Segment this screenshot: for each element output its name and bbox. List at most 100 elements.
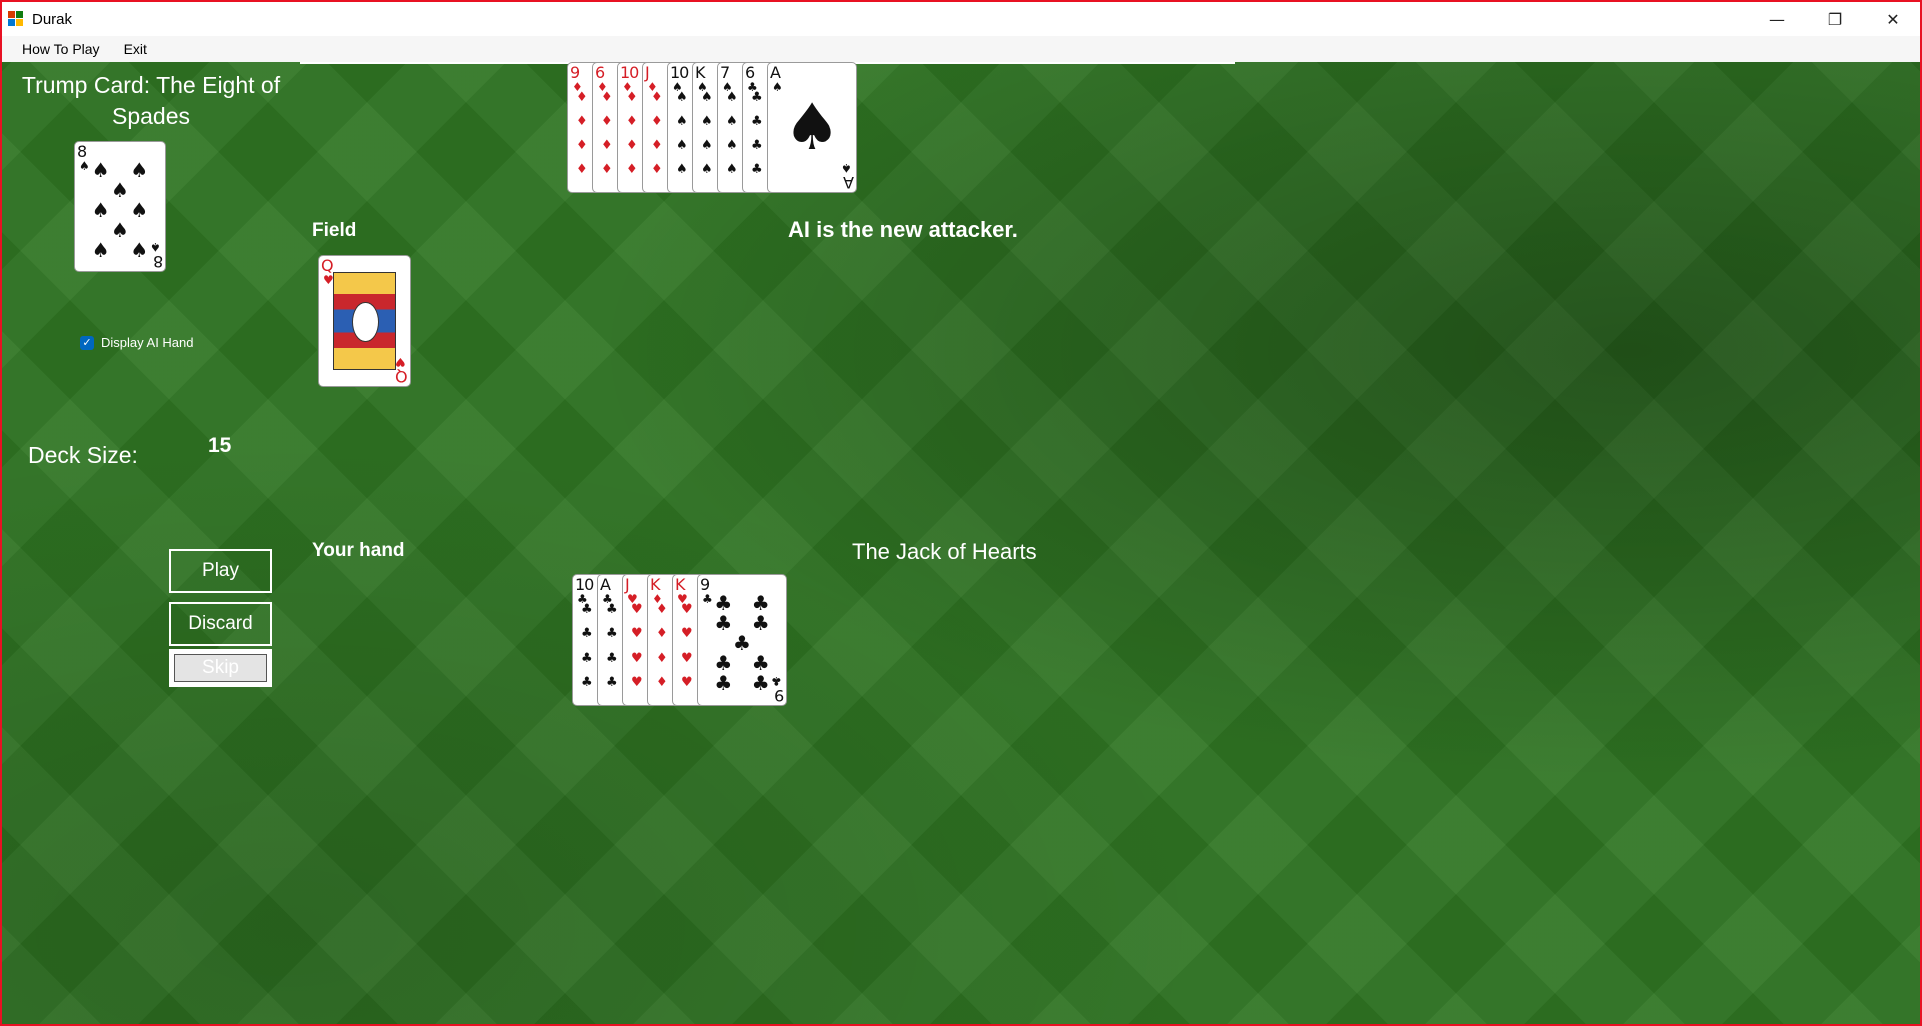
card-pip-icon: ♠ — [701, 89, 713, 105]
card-pip-icon: ♦ — [576, 138, 588, 154]
card-edge-pips: ♣ ♣ ♣ ♣ — [581, 597, 593, 695]
card-pip-icon: ♦ — [576, 162, 588, 178]
card-pip-icon: ♣ — [606, 601, 618, 617]
card-pip-icon: ♦ — [601, 138, 613, 154]
card-pip-icon: ♣ — [606, 626, 618, 642]
card-pip-icon: ♠ — [726, 162, 738, 178]
card-pip-icon: ♦ — [576, 113, 588, 129]
card-rank: 10 — [620, 63, 639, 82]
trump-card-face: 8 ♠ 8 ♠ ♠ ♠ ♠ ♠ ♠ ♠ ♠ ♠ — [74, 141, 166, 272]
card-pip-icon: ♦ — [626, 138, 638, 154]
card-rank: J — [645, 63, 650, 82]
card-edge-pips: ♠ ♠ ♠ ♠ — [701, 85, 713, 182]
skip-button-label: Skip — [174, 654, 267, 682]
card-pip-icon: ♠ — [676, 113, 688, 129]
card-rank: 9 — [773, 686, 784, 705]
card-rank: 6 — [595, 63, 605, 82]
card-pip-icon: ♦ — [656, 650, 668, 666]
title-bar: Durak — ❐ ✕ — [2, 2, 1920, 36]
discard-button[interactable]: Discard — [169, 602, 272, 646]
card-pip-icon: ♣ — [581, 601, 593, 617]
card-pip-icon: ♦ — [651, 89, 663, 105]
card-pip-icon: ♦ — [601, 113, 613, 129]
card-pip-icon: ♣ — [581, 650, 593, 666]
game-table: Trump Card: The Eight of Spades 8 ♠ 8 ♠ ♠ ♠ ♠ ♠… — [2, 62, 1920, 1024]
menu-exit[interactable]: Exit — [112, 41, 159, 57]
card-pip-icon: ♦ — [601, 89, 613, 105]
ai-card: A ♠ A ♠ ♠ — [767, 62, 857, 193]
card-suit-icon: ♠ — [150, 240, 161, 254]
card-rank: K — [695, 63, 705, 82]
hand-card[interactable]: 9 ♣ 9 ♣ ♣ ♣ ♣ ♣ ♣ ♣ ♣ ♣ ♣ — [697, 574, 787, 706]
card-pip-icon: ♠ — [726, 138, 738, 154]
window-title: Durak — [32, 10, 73, 28]
display-ai-hand-label[interactable]: Display AI Hand — [101, 335, 194, 350]
card-pip-icon: ♣ — [714, 651, 733, 675]
display-ai-hand-toggle[interactable]: ✓ Display AI Hand — [80, 335, 194, 350]
card-rank: 9 — [570, 63, 580, 82]
card-pip-icon: ♣ — [751, 138, 763, 154]
card-pip-icon: ♣ — [751, 651, 770, 675]
minimize-button[interactable]: — — [1748, 2, 1806, 36]
card-pip-icon: ♦ — [626, 89, 638, 105]
card-pip-icon: ♦ — [656, 675, 668, 691]
card-pips: ♠ ♠ ♠ ♠ ♠ ♠ ♠ ♠ — [91, 158, 149, 260]
card-pip-icon: ♠ — [91, 158, 110, 182]
card-rank: J — [625, 575, 630, 594]
card-pip-icon: ♣ — [606, 650, 618, 666]
card-rank: K — [675, 575, 685, 594]
card-suit-icon: ♠ — [79, 159, 90, 173]
card-rank: 8 — [77, 142, 87, 161]
card-pip-icon: ♠ — [130, 238, 149, 262]
card-pip-icon: ♦ — [576, 89, 588, 105]
field-card[interactable]: Q ♥ Q ♥ — [318, 255, 411, 387]
card-pip-icon: ♠ — [701, 162, 713, 178]
selected-card-name: The Jack of Hearts — [852, 539, 1037, 564]
status-message: AI is the new attacker. — [788, 217, 1018, 242]
card-edge-pips: ♦ ♦ ♦ ♦ — [601, 85, 613, 182]
card-suit-icon: ♣ — [702, 592, 713, 606]
card-pip-icon: ♣ — [751, 162, 763, 178]
card-pip-icon: ♦ — [651, 162, 663, 178]
card-edge-pips: ♦ ♦ ♦ ♦ — [576, 85, 588, 182]
card-edge-pips: ♦ ♦ ♦ ♦ — [626, 85, 638, 182]
card-edge-pips: ♣ ♣ ♣ ♣ — [606, 597, 618, 695]
restore-button[interactable]: ❐ — [1806, 2, 1864, 36]
card-pip-icon: ♠ — [130, 158, 149, 182]
card-pips: ♣ ♣ ♣ ♣ ♣ ♣ ♣ ♣ ♣ — [714, 591, 770, 693]
card-pip-icon: ♠ — [111, 218, 129, 242]
card-pip-icon: ♣ — [751, 611, 770, 635]
trump-card-label: Trump Card: The Eight of Spades — [21, 72, 281, 129]
card-suit-icon: ♣ — [771, 674, 782, 688]
card-edge-pips: ♦ ♦ ♦ ♦ — [651, 85, 663, 182]
card-pip-icon: ♦ — [651, 113, 663, 129]
card-rank: 10 — [575, 575, 594, 594]
card-pip-icon: ♥ — [631, 626, 643, 642]
card-pip-icon: ♦ — [656, 601, 668, 617]
app-icon — [8, 11, 24, 27]
skip-button[interactable]: Skip — [169, 649, 272, 687]
play-button[interactable]: Play — [169, 549, 272, 593]
card-pip-icon: ♣ — [751, 591, 770, 615]
card-edge-pips: ♣ ♣ ♣ ♣ — [751, 85, 763, 182]
card-pip-icon: ♠ — [111, 178, 129, 202]
close-button[interactable]: ✕ — [1864, 2, 1920, 36]
card-pip-icon: ♥ — [681, 650, 693, 666]
your-hand-label: Your hand — [312, 540, 405, 561]
card-pip-icon: ♣ — [714, 671, 733, 695]
close-icon: ✕ — [1886, 9, 1900, 29]
card-pip-icon: ♠ — [91, 198, 110, 222]
card-pip-icon: ♠ — [701, 113, 713, 129]
menu-how-to-play[interactable]: How To Play — [10, 41, 112, 57]
card-rank: Q — [321, 256, 334, 275]
field-label: Field — [312, 220, 357, 241]
card-rank: A — [600, 575, 611, 594]
app-window: Durak — ❐ ✕ How To Play Exit Trump Card:… — [0, 0, 1922, 1026]
card-edge-pips: ♠ ♠ ♠ ♠ — [726, 85, 738, 182]
card-pip-icon: ♣ — [714, 591, 733, 615]
card-pip-icon: ♣ — [606, 675, 618, 691]
card-pip-icon: ♥ — [681, 626, 693, 642]
card-edge-pips: ♠ ♠ ♠ ♠ — [676, 85, 688, 182]
card-pip-icon: ♣ — [751, 113, 763, 129]
checkbox-checked-icon[interactable]: ✓ — [80, 335, 94, 350]
